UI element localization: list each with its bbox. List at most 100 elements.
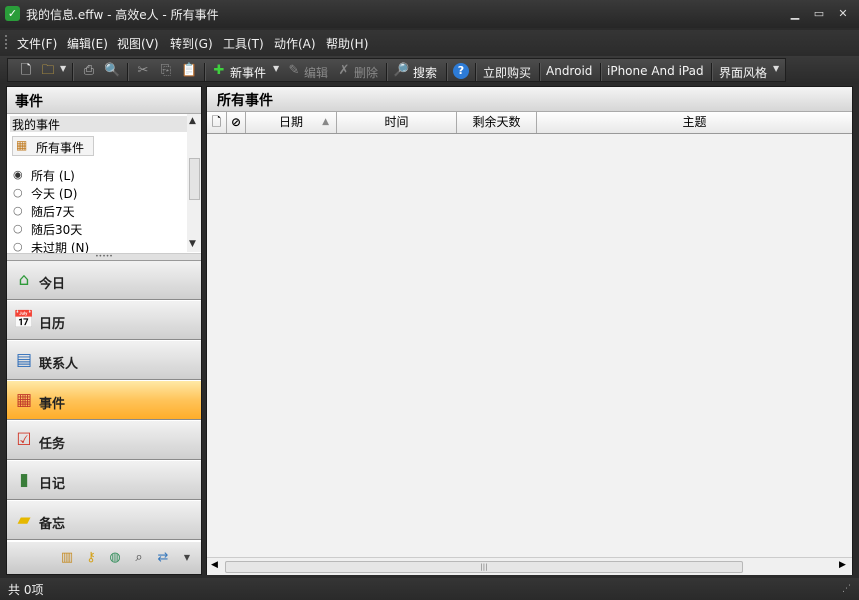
all-events-label: 所有事件 — [36, 141, 85, 155]
sort-ascending-icon: ▲ — [322, 117, 329, 127]
radio-unselected-icon[interactable]: ○ — [13, 186, 23, 199]
open-dropdown-arrow-icon[interactable]: ▼ — [60, 64, 66, 73]
toolbar: 🗋 🗀 ▼ ⎙ 🔍 ✂ ⎘ 📋 ✚ 新事件 ▼ ✎ 编辑 ✗ 删除 🔎 搜索 ?… — [0, 56, 859, 84]
buy-now-button[interactable]: 立即购买 — [483, 64, 531, 81]
radio-unselected-icon[interactable]: ○ — [13, 240, 23, 253]
open-folder-icon[interactable]: 🗀 — [40, 63, 56, 79]
new-event-plus-icon[interactable]: ✚ — [211, 63, 227, 79]
filter-list-scrollbar[interactable]: ▲ ▼ — [187, 114, 201, 252]
contact-card-icon: ▤ — [15, 350, 33, 370]
nav-shortcut-bar: ▥ ⚷ ◍ ⌕ ⇄ ▼ — [7, 542, 201, 574]
cut-icon[interactable]: ✂ — [135, 63, 151, 79]
new-event-button[interactable]: 新事件 — [230, 64, 266, 81]
close-button[interactable]: ✕ — [834, 6, 852, 22]
radio-unselected-icon[interactable]: ○ — [13, 222, 23, 235]
filter-radio-next-30-days[interactable]: ○ 随后30天 — [13, 221, 82, 237]
my-events-section-header: 我的事件 — [10, 116, 188, 132]
nav-diary[interactable]: ▮ 日记 — [7, 461, 201, 500]
filter-label: 随后30天 — [31, 223, 83, 237]
sync-shortcut-icon[interactable]: ⇄ — [155, 550, 171, 566]
print-preview-icon[interactable]: 🔍 — [104, 63, 120, 79]
new-file-icon[interactable]: 🗋 — [18, 63, 34, 79]
menu-tools[interactable]: 工具(T) — [223, 35, 264, 52]
all-events-item[interactable]: ▦ 所有事件 — [12, 136, 94, 156]
new-event-dropdown-arrow-icon[interactable]: ▼ — [273, 64, 279, 73]
filter-radio-all[interactable]: ◉ 所有 (L) — [13, 167, 75, 183]
filter-radio-today[interactable]: ○ 今天 (D) — [13, 185, 77, 201]
column-subject-label: 主题 — [682, 115, 707, 129]
scrollbar-thumb[interactable]: ||| — [225, 561, 743, 573]
filter-label: 所有 (L) — [31, 169, 75, 183]
menu-actions[interactable]: 动作(A) — [274, 35, 316, 52]
menu-help[interactable]: 帮助(H) — [326, 35, 368, 52]
menubar-grip[interactable] — [5, 35, 9, 49]
delete-button[interactable]: 删除 — [354, 64, 378, 81]
delete-x-icon[interactable]: ✗ — [336, 63, 352, 79]
search-button[interactable]: 搜索 — [413, 64, 437, 81]
copy-icon[interactable]: ⎘ — [158, 63, 174, 79]
ui-style-dropdown-arrow-icon[interactable]: ▼ — [773, 64, 779, 73]
event-grid-icon: ▦ — [16, 138, 28, 152]
task-check-icon: ☑ — [16, 430, 32, 450]
edit-button[interactable]: 编辑 — [304, 64, 328, 81]
nav-events[interactable]: ▦ 事件 — [7, 381, 201, 420]
iphone-ipad-button[interactable]: iPhone And iPad — [607, 64, 704, 78]
radio-unselected-icon[interactable]: ○ — [13, 204, 23, 217]
filter-radio-not-expired[interactable]: ○ 未过期 (N) — [13, 239, 89, 255]
configure-buttons-arrow-icon[interactable]: ▼ — [179, 550, 195, 566]
radio-selected-icon[interactable]: ◉ — [13, 168, 23, 181]
search-magnifier-icon[interactable]: 🔎 — [393, 63, 409, 79]
toolbar-separator — [539, 63, 541, 81]
events-table-body[interactable] — [207, 134, 852, 556]
column-header-date[interactable]: 日期 ▲ — [246, 112, 337, 133]
nav-contacts[interactable]: ▤ 联系人 — [7, 341, 201, 380]
menu-file[interactable]: 文件(F) — [17, 35, 57, 52]
nav-today[interactable]: ⌂ 今日 — [7, 261, 201, 300]
ui-style-button[interactable]: 界面风格 — [719, 64, 767, 81]
globe-shortcut-icon[interactable]: ◍ — [107, 550, 123, 566]
column-days-remaining-label: 剩余天数 — [472, 115, 521, 129]
notes-shortcut-icon[interactable]: ▥ — [59, 550, 75, 566]
toolbar-separator — [386, 63, 388, 81]
events-horizontal-scrollbar[interactable]: ◀ ||| ▶ — [207, 557, 852, 575]
events-table-header: 🗋 ⊘ 日期 ▲ 时间 剩余天数 主题 — [207, 112, 852, 134]
scroll-right-arrow-icon[interactable]: ▶ — [839, 560, 846, 570]
scroll-up-arrow-icon[interactable]: ▲ — [189, 116, 196, 126]
edit-pencil-icon[interactable]: ✎ — [286, 63, 302, 79]
print-icon[interactable]: ⎙ — [81, 63, 97, 79]
paste-icon[interactable]: 📋 — [181, 63, 197, 79]
nav-label: 日记 — [39, 477, 66, 492]
menu-goto[interactable]: 转到(G) — [170, 35, 213, 52]
status-item-count: 共 0项 — [8, 583, 44, 597]
column-attachment-icon[interactable]: ⊘ — [227, 112, 246, 133]
scrollbar-thumb[interactable] — [189, 158, 200, 200]
scroll-left-arrow-icon[interactable]: ◀ — [211, 560, 218, 570]
key-shortcut-icon[interactable]: ⚷ — [83, 550, 99, 566]
scroll-down-arrow-icon[interactable]: ▼ — [189, 239, 196, 249]
maximize-button[interactable]: ▭ — [810, 6, 828, 22]
pane-splitter[interactable]: ••••• — [7, 253, 201, 261]
diary-icon: ▮ — [19, 470, 29, 490]
toolbar-separator — [127, 63, 129, 81]
help-question-icon[interactable]: ? — [453, 63, 469, 79]
column-header-days-remaining[interactable]: 剩余天数 — [457, 112, 537, 133]
menu-edit[interactable]: 编辑(E) — [67, 35, 108, 52]
nav-label: 日历 — [39, 317, 66, 332]
filter-radio-next-7-days[interactable]: ○ 随后7天 — [13, 203, 75, 219]
nav-calendar[interactable]: 📅 日历 — [7, 301, 201, 340]
toolbar-separator — [475, 63, 477, 81]
event-icon: ▦ — [15, 390, 33, 410]
column-header-time[interactable]: 时间 — [337, 112, 457, 133]
resize-grip-icon[interactable]: ⋰ — [842, 584, 854, 596]
column-header-subject[interactable]: 主题 — [537, 112, 852, 133]
events-view: 所有事件 🗋 ⊘ 日期 ▲ 时间 剩余天数 主题 ◀ ||| ▶ — [206, 86, 853, 575]
events-view-title: 所有事件 — [217, 93, 273, 109]
nav-tasks[interactable]: ☑ 任务 — [7, 421, 201, 460]
menu-view[interactable]: 视图(V) — [117, 35, 159, 52]
search-shortcut-icon[interactable]: ⌕ — [131, 550, 147, 566]
memo-icon: ▰ — [17, 510, 31, 530]
nav-memo[interactable]: ▰ 备忘 — [7, 501, 201, 540]
android-button[interactable]: Android — [546, 64, 592, 78]
minimize-button[interactable]: ▁ — [786, 6, 804, 22]
column-type-icon[interactable]: 🗋 — [207, 112, 227, 133]
